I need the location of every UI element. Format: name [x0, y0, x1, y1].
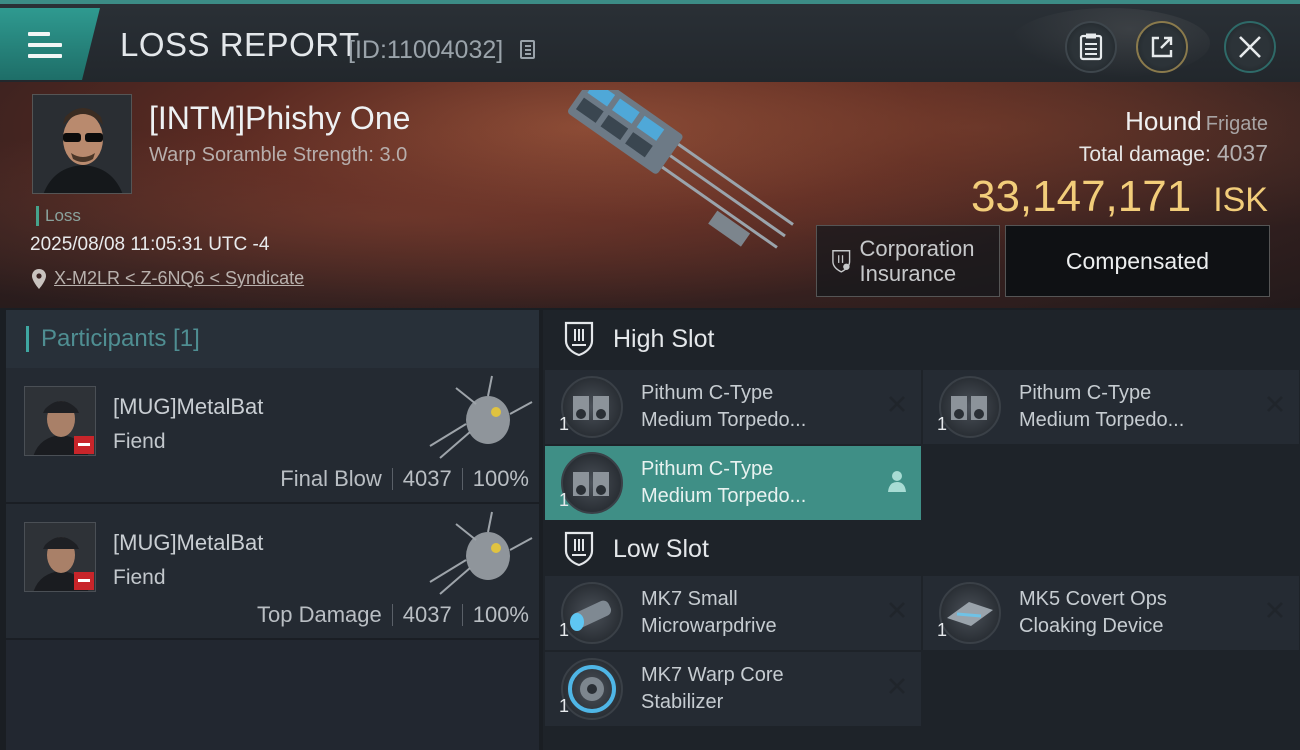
participant-name: [MUG]MetalBat — [113, 394, 264, 419]
destroyed-icon — [1267, 602, 1283, 618]
page-title: LOSS REPORT — [120, 26, 360, 63]
ship-type[interactable]: Hound Frigate — [1125, 106, 1268, 137]
item-quantity: 1 — [937, 620, 948, 640]
fitting-item[interactable]: 1 Pithum C-Type Medium Torpedo... — [545, 446, 921, 520]
item-name: Pithum C-Type Medium Torpedo... — [641, 382, 807, 431]
ship-class: Frigate — [1205, 113, 1268, 135]
participant-percent: 100% — [472, 466, 529, 491]
participant-name: [MUG]MetalBat — [113, 530, 264, 555]
victim-portrait[interactable] — [32, 94, 132, 194]
clipboard-button[interactable] — [1065, 21, 1117, 73]
total-damage-label: Total damage: — [1078, 143, 1211, 166]
copy-icon[interactable] — [520, 40, 535, 59]
destroyed-icon — [889, 602, 905, 618]
participant-row[interactable]: [MUG]MetalBat Fiend Final Blow 4037 100% — [6, 368, 539, 504]
microwarpdrive-icon — [561, 582, 623, 644]
destroyed-icon — [889, 396, 905, 412]
participant-ship-icon — [429, 511, 533, 595]
isk-value: 33,147,171 ISK — [971, 172, 1268, 222]
loss-status-tag: Loss — [36, 206, 81, 226]
fitting-item[interactable]: 1 MK7 Warp Core Stabilizer — [545, 652, 921, 726]
kill-location[interactable]: X-M2LR < Z-6NQ6 < Syndicate — [32, 268, 304, 289]
high-slot-header: High Slot — [543, 310, 1300, 368]
torpedo-launcher-icon — [561, 376, 623, 438]
low-slot-header: Low Slot — [543, 520, 1300, 578]
fittings-panel: High Slot 1 Pithum C-Type Medium Torpedo.… — [543, 310, 1300, 750]
item-quantity: 1 — [559, 620, 570, 640]
compensation-status: Compensated — [1005, 225, 1270, 297]
participant-damage: 4037 — [402, 602, 452, 627]
low-slot-label: Low Slot — [613, 534, 709, 563]
participant-ship: Fiend — [113, 566, 166, 589]
high-slot-icon — [564, 321, 594, 357]
fitting-item[interactable]: 1 Pithum C-Type Medium Torpedo... — [545, 370, 921, 444]
participant-ship: Fiend — [113, 430, 166, 453]
isk-unit: ISK — [1213, 181, 1268, 219]
fitting-item[interactable]: 1 Pithum C-Type Medium Torpedo... — [923, 370, 1299, 444]
menu-button[interactable] — [0, 8, 100, 80]
participants-panel: Participants [1] [MUG]MetalBat Fiend Fin… — [6, 310, 539, 750]
ship-name: Hound — [1125, 106, 1202, 136]
high-slot-label: High Slot — [613, 324, 715, 353]
corporation-insurance[interactable]: Corporation Insurance — [816, 225, 1000, 297]
cloaking-device-icon — [939, 582, 1001, 644]
close-button[interactable] — [1224, 21, 1276, 73]
torpedo-launcher-icon — [939, 376, 1001, 438]
pilot-avatar — [33, 95, 131, 193]
victim-name[interactable]: [INTM]Phishy One — [149, 100, 410, 137]
hostile-badge — [74, 436, 94, 454]
item-name: Pithum C-Type Medium Torpedo... — [641, 458, 807, 507]
fitting-item[interactable]: 1 MK5 Covert Ops Cloaking Device — [923, 576, 1299, 650]
person-icon — [888, 471, 906, 492]
location-pin-icon — [32, 268, 46, 289]
ship-render — [568, 90, 794, 249]
top-bar: LOSS REPORT [ID:11004032] — [0, 0, 1300, 82]
destroyed-icon — [889, 678, 905, 694]
item-name: MK5 Covert Ops Cloaking Device — [1019, 588, 1167, 637]
insurance-shield-icon — [832, 250, 851, 273]
participant-role: Top Damage — [257, 602, 382, 627]
total-damage-value: 4037 — [1216, 140, 1268, 166]
item-quantity: 1 — [559, 414, 570, 434]
share-icon — [1151, 36, 1173, 58]
fitting-item[interactable]: 1 MK7 Small Microwarpdrive — [545, 576, 921, 650]
item-quantity: 1 — [559, 696, 570, 716]
victim-banner: [INTM]Phishy One Warp Soramble Strength:… — [0, 82, 1300, 308]
participant-ship-icon — [429, 375, 533, 459]
participant-avatar — [24, 522, 96, 592]
item-quantity: 1 — [937, 414, 948, 434]
report-id: [ID:11004032] — [348, 36, 504, 64]
item-name: MK7 Small Microwarpdrive — [641, 588, 777, 637]
torpedo-launcher-icon — [561, 452, 623, 514]
destroyed-icon — [1267, 396, 1283, 412]
kill-timestamp: 2025/08/08 11:05:31 UTC -4 — [30, 234, 270, 255]
participant-damage: 4037 — [402, 466, 452, 491]
participants-header: Participants [1] — [6, 310, 539, 368]
participant-stats: Final Blow 4037 100% — [280, 466, 529, 492]
insurance-label: Corporation Insurance — [859, 236, 975, 286]
isk-amount: 33,147,171 — [970, 172, 1192, 221]
warp-core-stabilizer-icon — [561, 658, 623, 720]
participant-stats: Top Damage 4037 100% — [257, 602, 529, 628]
total-damage: Total damage: 4037 — [1079, 140, 1268, 167]
item-name: MK7 Warp Core Stabilizer — [641, 664, 784, 713]
participant-row[interactable]: [MUG]MetalBat Fiend Top Damage 4037 100% — [6, 504, 539, 640]
item-name: Pithum C-Type Medium Torpedo... — [1019, 382, 1185, 431]
participant-avatar — [24, 386, 96, 456]
clipboard-icon — [1079, 33, 1103, 61]
participant-role: Final Blow — [280, 466, 382, 491]
location-link[interactable]: X-M2LR < Z-6NQ6 < Syndicate — [54, 268, 304, 289]
share-button[interactable] — [1136, 21, 1188, 73]
close-icon — [1239, 36, 1261, 58]
warp-scramble-strength: Warp Soramble Strength: 3.0 — [149, 144, 408, 166]
hamburger-icon — [28, 32, 62, 58]
participant-percent: 100% — [472, 602, 529, 627]
hostile-badge — [74, 572, 94, 590]
item-quantity: 1 — [559, 490, 570, 510]
low-slot-icon — [564, 531, 594, 567]
